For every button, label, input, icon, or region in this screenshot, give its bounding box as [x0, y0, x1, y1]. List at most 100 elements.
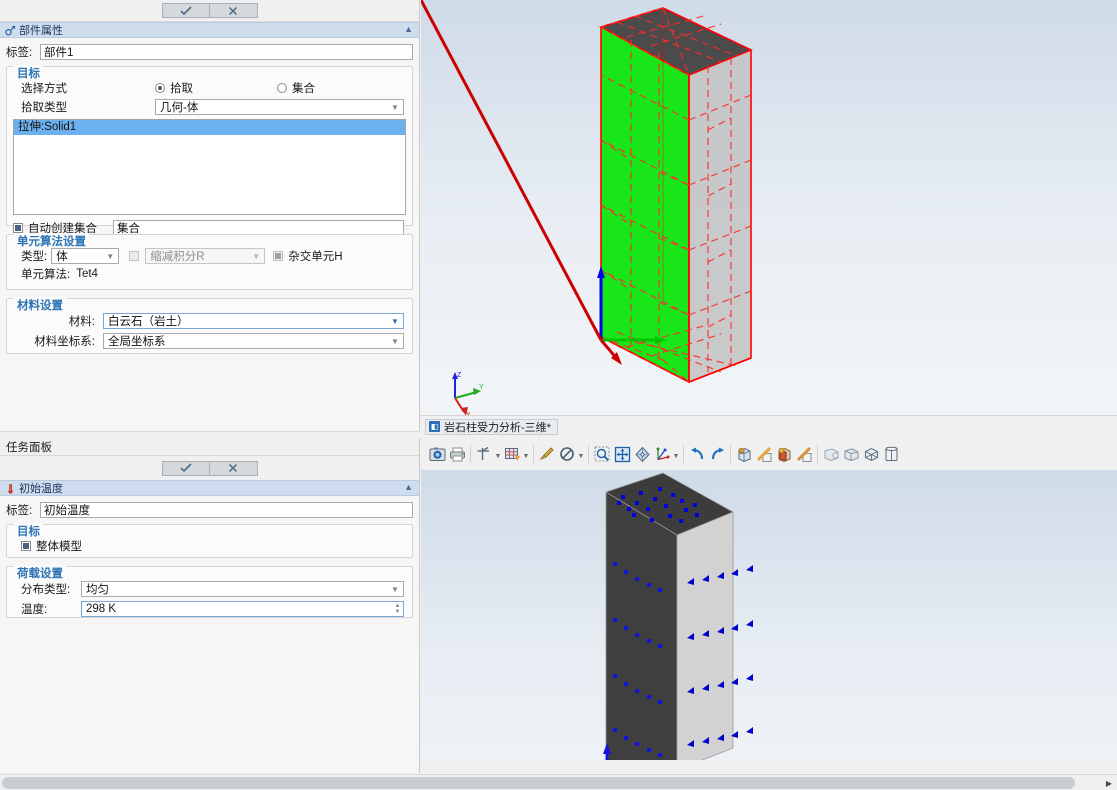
- axes-display-icon[interactable]: [474, 444, 494, 464]
- scrollbar-thumb[interactable]: [2, 777, 1075, 789]
- initial-temperature-header[interactable]: 初始温度 ▲: [0, 480, 419, 496]
- material-csys-combo[interactable]: 全局坐标系 ▼: [103, 333, 404, 349]
- toolbar-separator: [470, 445, 471, 463]
- element-algorithm-row: 单元算法: Tet4: [11, 265, 408, 283]
- selection-mode-row: 选择方式 拾取 集合: [11, 79, 408, 97]
- chevron-down-icon[interactable]: ▼: [672, 444, 680, 464]
- reduced-integration-value: 缩减积分R: [150, 251, 205, 263]
- target-group: 目标 选择方式 拾取 集合 拾取类型 几何-体 ▼ 拉伸:Solid1 自动创建…: [6, 65, 413, 236]
- part-label-input[interactable]: [40, 44, 413, 60]
- temperature-cancel-button[interactable]: [209, 460, 258, 476]
- chevron-down-icon: ▼: [391, 102, 399, 112]
- part-icon: [4, 24, 16, 36]
- thermometer-icon: [4, 482, 16, 494]
- temperature-spinbox[interactable]: 298 K ▲ ▼: [81, 601, 404, 617]
- highlight-icon[interactable]: [537, 444, 557, 464]
- material-csys-row: 材料坐标系: 全局坐标系 ▼: [11, 331, 408, 351]
- print-icon[interactable]: [447, 444, 467, 464]
- rotate-view-icon[interactable]: [632, 444, 652, 464]
- viewport-3d-shaded[interactable]: [421, 470, 1117, 773]
- list-item[interactable]: 拉伸:Solid1: [14, 120, 405, 135]
- chevron-down-icon[interactable]: ▼: [494, 444, 502, 464]
- transparent-icon[interactable]: [881, 444, 901, 464]
- scroll-right-arrow-icon[interactable]: ▶: [1104, 778, 1114, 788]
- task-panel: 任务面板 初始温度 ▲ 标签: 初始温度 目标 整体模型 荷载设置 分布类型: …: [0, 438, 420, 773]
- part-properties-header[interactable]: 部件属性 ▲: [0, 22, 419, 38]
- whole-model-checkbox[interactable]: 整体模型: [13, 538, 82, 554]
- undo-icon[interactable]: [687, 444, 707, 464]
- no-display-icon[interactable]: [557, 444, 577, 464]
- material-combo[interactable]: 白云石（岩土） ▼: [103, 313, 404, 329]
- radio-set[interactable]: 集合: [277, 80, 315, 96]
- shaded-edges-icon[interactable]: [841, 444, 861, 464]
- svg-text:Y: Y: [479, 384, 484, 391]
- wireframe-icon[interactable]: [861, 444, 881, 464]
- element-algorithm-group: 单元算法设置 类型: 体 ▼ 缩减积分R ▼ 杂交单元H 单元算法: Tet4: [6, 233, 413, 290]
- distribution-combo[interactable]: 均匀 ▼: [81, 581, 404, 597]
- hybrid-element-checkbox[interactable]: 杂交单元H: [273, 248, 343, 264]
- pick-type-combo[interactable]: 几何-体 ▼: [155, 99, 404, 115]
- part-ok-button[interactable]: [161, 3, 210, 18]
- chevron-down-icon: ▼: [106, 251, 115, 261]
- part-cancel-button[interactable]: [209, 3, 258, 18]
- reduced-integration-checkbox[interactable]: [129, 251, 140, 261]
- main-horizontal-scrollbar[interactable]: ▶: [0, 774, 1117, 790]
- toolbar-separator: [730, 445, 731, 463]
- temperature-label-row: 标签:: [0, 500, 419, 520]
- shaded-icon[interactable]: [821, 444, 841, 464]
- temperature-value-label: 温度:: [21, 604, 48, 616]
- chevron-down-icon[interactable]: ▼: [577, 444, 585, 464]
- zoom-window-icon[interactable]: [592, 444, 612, 464]
- close-icon: [228, 6, 238, 15]
- task-panel-title: 任务面板: [0, 438, 419, 456]
- hide-partial-icon[interactable]: [794, 444, 814, 464]
- material-group: 材料设置 材料: 白云石（岩土） ▼ 材料坐标系: 全局坐标系 ▼: [6, 297, 413, 354]
- axis-triad-widget: Z Y X: [452, 372, 484, 415]
- selection-mode-label: 选择方式: [21, 83, 67, 95]
- hide-entity-icon[interactable]: [774, 444, 794, 464]
- spinner-arrows-icon[interactable]: ▲ ▼: [392, 602, 403, 616]
- initial-temperature-title: 初始温度: [19, 483, 63, 495]
- tab-rock-column-analysis[interactable]: ◧ 岩石柱受力分析-三维*: [425, 418, 558, 435]
- material-row: 材料: 白云石（岩土） ▼: [11, 311, 408, 331]
- show-partial-icon[interactable]: [754, 444, 774, 464]
- chevron-up-icon[interactable]: ▲: [404, 482, 413, 492]
- application-window: 部件属性 ▲ 标签: 目标 选择方式 拾取 集合 拾取类型: [0, 0, 1117, 790]
- part-label-caption: 标签:: [6, 47, 33, 59]
- fit-view-icon[interactable]: [612, 444, 632, 464]
- document-3d-icon: ◧: [429, 421, 440, 432]
- show-entity-icon[interactable]: [734, 444, 754, 464]
- material-csys-value: 全局坐标系: [108, 336, 166, 348]
- temperature-ok-button[interactable]: [161, 460, 210, 476]
- hybrid-element-label: 杂交单元H: [288, 251, 343, 263]
- target-group-caption: 目标: [14, 65, 43, 81]
- part-panel-confirm-bar: [0, 0, 419, 22]
- grid-icon[interactable]: [502, 444, 522, 464]
- temperature-confirm-bar: [0, 456, 419, 480]
- panel-splitter[interactable]: [0, 431, 420, 438]
- redo-icon[interactable]: [707, 444, 727, 464]
- checkbox-indicator: [273, 251, 284, 261]
- tab-label: 岩石柱受力分析-三维*: [444, 421, 551, 434]
- task-panel-title-label: 任务面板: [6, 441, 52, 454]
- viewport-3d-wireframe[interactable]: Z Y X: [421, 0, 1117, 415]
- chevron-down-icon[interactable]: ▼: [522, 444, 530, 464]
- radio-pick[interactable]: 拾取: [155, 80, 277, 96]
- checkbox-indicator: [13, 223, 23, 233]
- snapshot-icon[interactable]: [427, 444, 447, 464]
- viewport-bottom-splitter[interactable]: [421, 760, 1117, 774]
- material-value: 白云石（岩土）: [108, 316, 189, 328]
- element-type-combo[interactable]: 体 ▼: [51, 248, 120, 264]
- rock-column-shaded-model: [603, 472, 753, 771]
- part-label-row: 标签:: [0, 42, 419, 62]
- target-listbox[interactable]: 拉伸:Solid1: [13, 119, 406, 215]
- chevron-up-icon[interactable]: ▲: [404, 24, 413, 34]
- part-properties-panel: 部件属性 ▲ 标签: 目标 选择方式 拾取 集合 拾取类型: [0, 0, 420, 431]
- reduced-integration-combo: 缩减积分R ▼: [145, 248, 266, 264]
- element-algorithm-caption: 单元算法设置: [14, 233, 89, 249]
- chevron-down-icon: ▼: [391, 316, 399, 326]
- temperature-label-input[interactable]: [40, 502, 413, 518]
- check-icon: [179, 463, 192, 473]
- temperature-value-row: 温度: 298 K ▲ ▼: [11, 599, 408, 619]
- view-orientation-icon[interactable]: [652, 444, 672, 464]
